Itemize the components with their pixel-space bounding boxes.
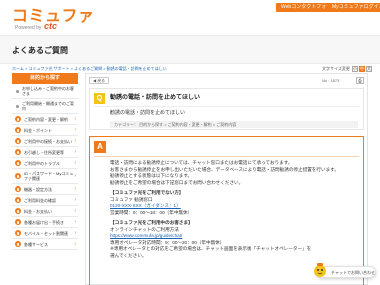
sidebar-item[interactable]: お申し込み・ご契約中のお客さま — [12, 84, 78, 99]
sidebar-item-label: 料金・お支払い — [24, 208, 52, 214]
chevron-right-icon: › — [74, 159, 76, 166]
yen-icon — [15, 127, 21, 133]
logo-brand: ctc — [44, 21, 58, 31]
bullet-icon — [16, 104, 19, 108]
chevron-right-icon: › — [74, 185, 76, 192]
network-icon — [15, 138, 21, 144]
sidebar-item[interactable]: 料金・ポイント › — [12, 125, 78, 136]
question-text: 勧誘の電話・訪問を止めてほしい — [110, 110, 186, 116]
chevron-right-icon: › — [74, 137, 76, 144]
document-icon — [15, 116, 21, 122]
font-size-medium-button[interactable]: 中 — [359, 66, 366, 72]
font-size-small-button[interactable]: 小 — [352, 66, 359, 72]
sidebar-item-label: 各種サービス — [24, 241, 48, 247]
sidebar-item-label: 各種お届け出・手続き — [24, 219, 64, 225]
sidebar-item-label: ご利用中の接続・お支払い — [24, 138, 72, 144]
sidebar-item-label: モバイル・セット割関連 — [24, 230, 68, 236]
chevron-right-icon: › — [74, 115, 76, 122]
service-icon — [15, 241, 21, 247]
chevron-right-icon: › — [74, 126, 76, 133]
question-category[interactable]: カテゴリー： 目的から探す > ご契約内容・変更・解約 > ご契約内容 — [110, 121, 358, 128]
back-button[interactable]: ◀ 戻る — [89, 77, 110, 84]
sidebar-item[interactable]: ご利用開始・開通までのご案内 — [12, 99, 78, 114]
sidebar-item[interactable]: ご利用中のトラブル › — [12, 158, 78, 169]
title-bar: よくあるご質問 — [0, 36, 380, 64]
mobile-icon — [15, 230, 21, 236]
page: コミュファ Powered by ctc Webコンタクトフォーム Myコミュフ… — [0, 0, 380, 285]
sidebar-item-label: 機器・設定方法 — [24, 186, 52, 192]
chevron-right-icon: › — [74, 196, 76, 203]
chevron-right-icon: › — [74, 229, 76, 236]
sidebar: 目的から探す お申し込み・ご契約中のお客さま ご利用開始・開通までのご案内 ご契… — [12, 73, 78, 285]
wallet-icon — [15, 208, 21, 214]
sidebar-item-label: ID・パスワード・Myコミュファ関連 — [24, 171, 74, 181]
question-title: 勧誘の電話・訪問を止めてほしい — [110, 95, 201, 101]
sidebar-item[interactable]: 各種サービス › — [12, 239, 78, 250]
section-line: 選んでください。 — [110, 252, 147, 258]
back-label: 戻る — [97, 78, 106, 83]
font-size-control: 文字サイズ変更 小中大 — [322, 66, 373, 72]
divider — [94, 156, 359, 157]
chevron-right-icon: › — [74, 172, 76, 179]
question-box: Q 勧誘の電話・訪問を止めてほしい 勧誘の電話・訪問を止めてほしい カテゴリー：… — [89, 88, 364, 130]
sidebar-item-label: ご利用開始・開通までのご案内 — [22, 101, 74, 111]
sidebar-item-label: ご契約内容・変更・解約 — [24, 116, 68, 122]
faq-main: ◀ 戻る No : 1873 ⎙ Q 勧誘の電話・訪問を止めてほしい 勧誘の電話… — [85, 73, 368, 285]
receipt-icon — [15, 197, 21, 203]
breadcrumb[interactable]: ホーム > コミュファ光 サポート > よくあるご質問 > 勧誘の電話・訪問を止… — [12, 66, 167, 72]
font-size-large-button[interactable]: 大 — [366, 66, 373, 72]
sidebar-heading: 目的から探す — [12, 73, 78, 84]
site-header: コミュファ Powered by ctc Webコンタクトフォーム Myコミュフ… — [0, 0, 380, 36]
form-icon — [15, 219, 21, 225]
warning-icon — [15, 160, 21, 166]
sidebar-item-label: ご利用中のトラブル — [24, 160, 60, 166]
sidebar-item-label: お申し込み・ご契約中のお客さま — [22, 86, 74, 96]
chevron-right-icon: › — [74, 218, 76, 225]
divider — [94, 106, 359, 107]
sidebar-item[interactable]: ID・パスワード・Myコミュファ関連 › — [12, 169, 78, 184]
logo-sub: Powered by — [15, 25, 42, 31]
key-icon — [15, 173, 21, 179]
bullet-icon — [16, 89, 19, 93]
chat-label: チャットでお問い合わせ — [331, 270, 375, 275]
sidebar-item[interactable]: 機器・設定方法 › — [12, 184, 78, 195]
sidebar-item-label: ご利用料金の確認 — [24, 197, 56, 203]
sidebar-item[interactable]: 料金・お支払い › — [12, 206, 78, 217]
chevron-right-icon: › — [74, 240, 76, 247]
sidebar-item[interactable]: ご契約内容・変更・解約 › — [12, 114, 78, 125]
chevron-right-icon: › — [74, 148, 76, 155]
sidebar-item[interactable]: 各種お届け出・手続き › — [12, 217, 78, 228]
house-icon — [15, 149, 21, 155]
answer-body: 電話・訪問による勧誘停止については、チャット窓口またはお電話にて承っております。… — [110, 160, 360, 259]
sidebar-item-label: 料金・ポイント — [24, 127, 52, 133]
sidebar-item[interactable]: ご利用料金の確認 › — [12, 195, 78, 206]
print-icon: ⎙ — [358, 78, 362, 83]
chat-mascot-icon — [314, 263, 326, 277]
font-size-label: 文字サイズ変更 — [322, 66, 350, 71]
sidebar-item-label: お引越し・住所変更等 — [24, 149, 64, 155]
chevron-right-icon: › — [74, 207, 76, 214]
question-number: No : 1873 — [322, 78, 340, 83]
gear-icon — [15, 186, 21, 192]
sidebar-item[interactable]: ご利用中の接続・お支払い › — [12, 136, 78, 147]
question-badge: Q — [94, 93, 105, 104]
print-button[interactable]: ⎙ — [356, 77, 364, 84]
chat-button[interactable]: チャットでお問い合わせ — [314, 263, 376, 278]
answer-badge: A — [94, 141, 106, 153]
page-title: よくあるご質問 — [12, 46, 68, 55]
my-commufa-login-button[interactable]: Myコミュファログイン — [327, 3, 380, 12]
sidebar-item[interactable]: モバイル・セット割関連 › — [12, 228, 78, 239]
sidebar-item[interactable]: お引越し・住所変更等 › — [12, 147, 78, 158]
